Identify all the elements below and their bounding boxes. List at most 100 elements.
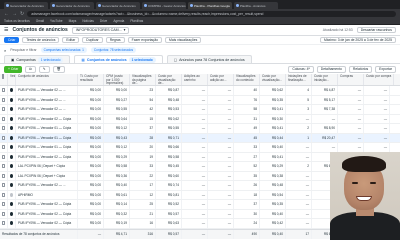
adset-name-link[interactable]: PUB IFY096 — Vercador 01 — Cópia: [18, 136, 71, 140]
column-header[interactable]: CPM (custo por 1.000 impressões): [104, 74, 130, 85]
adset-name-link[interactable]: PUB IFY096 — Vercador 02 — Cópia: [18, 117, 71, 121]
adset-name-link[interactable]: APHIRMO: [18, 193, 33, 197]
table-row[interactable]: PUB IFY096 — Vercador 02 — ... R$ 0,00 R$ …: [0, 105, 400, 115]
url-input[interactable]: adsmanager.facebook.com/adsmanager/manag…: [27, 10, 396, 17]
discard-drafts-button[interactable]: Descartar rascunhos: [356, 27, 396, 33]
delivery-toggle[interactable]: [10, 192, 13, 197]
selected-badge[interactable]: 1 selecionado: [37, 56, 64, 63]
tab-adsets[interactable]: ▦ Conjuntos de anúncios 1 selecionado: [74, 55, 163, 63]
row-checkbox[interactable]: [2, 126, 5, 131]
table-option-button[interactable]: Relatórios: [348, 65, 373, 73]
delete-icon[interactable]: 🗑: [52, 65, 65, 73]
delivery-toggle[interactable]: [10, 183, 13, 188]
account-selector[interactable]: INFOPRODUTORES CAM... ▾: [71, 26, 130, 34]
toolbar-button[interactable]: Mais visualizações: [165, 37, 202, 43]
toolbar-button[interactable]: Regras: [105, 37, 125, 43]
toolbar-button[interactable]: Duplicar: [82, 37, 103, 43]
edit-icon[interactable]: ✎: [38, 65, 50, 73]
bookmark-link[interactable]: Agenda: [113, 19, 124, 23]
adset-name-link[interactable]: PUB IFY096 — Vercador 01 — Cópia: [18, 145, 71, 149]
menu-icon[interactable]: ☰: [4, 27, 8, 33]
toolbar-button[interactable]: Fazer exportação: [127, 37, 163, 43]
select-all-checkbox[interactable]: [2, 74, 4, 79]
adset-name-link[interactable]: LAL PCXPIN 06 | Depart + Cópia: [18, 174, 65, 178]
delivery-toggle[interactable]: [10, 88, 13, 93]
bookmark-link[interactable]: YouTube: [50, 19, 63, 23]
bookmark-link[interactable]: Drive: [100, 19, 107, 23]
row-checkbox[interactable]: [2, 192, 5, 197]
column-header[interactable]: Visualizações do conteúdo: [234, 74, 260, 85]
table-row[interactable]: PUB IFY096 — Vercador 02 — Cópia R$ 0,00 R…: [0, 114, 400, 124]
browser-tab[interactable]: Planilha - Anúncios: [234, 2, 278, 9]
date-range-picker[interactable]: Máximo: 3 de jan de 2025 a 3 de fev de 2…: [319, 37, 396, 43]
delivery-toggle[interactable]: [10, 211, 13, 216]
adset-name-link[interactable]: PUB IFY096 — Vercador 01 — Cópia: [18, 126, 71, 130]
browser-tab[interactable]: Planilha - Planilhas Google: [188, 2, 232, 9]
bookmark-link[interactable]: Todos os favoritos: [4, 19, 30, 23]
column-header[interactable]: Custo por iniciação...: [312, 74, 338, 85]
delivery-toggle[interactable]: [10, 135, 13, 140]
toolbar-button[interactable]: Editar: [62, 37, 80, 43]
reload-icon[interactable]: ↻: [20, 11, 24, 17]
column-header[interactable]: Compras: [338, 74, 364, 85]
row-checkbox[interactable]: [2, 183, 5, 188]
row-checkbox[interactable]: [2, 173, 5, 178]
toolbar-button[interactable]: Testes de anúncios: [22, 37, 60, 43]
adset-name-link[interactable]: PUB IFY096 — Vercador 02 — Cópia: [18, 221, 71, 225]
duplicate-icon[interactable]: ⧉: [25, 65, 36, 73]
row-checkbox[interactable]: [2, 107, 5, 112]
table-option-button[interactable]: Colunas: 4ª: [288, 65, 314, 73]
column-header[interactable]: Custo por adição ao...: [208, 74, 234, 85]
adset-name-link[interactable]: PUB IFY096 — Vercador 02 — ...: [18, 98, 65, 102]
row-checkbox[interactable]: [2, 221, 5, 226]
delivery-toggle[interactable]: [10, 202, 13, 207]
browser-tab[interactable]: Gerenciador de Anúncios: [50, 2, 94, 9]
adset-name-link[interactable]: PUB IFY096 — Vercador 02 — Cópia: [18, 212, 71, 216]
search-filter-input[interactable]: Pesquisar e filtrar: [10, 48, 36, 52]
column-header[interactable]: Custo por visualização de...: [156, 74, 182, 85]
table-row[interactable]: PUB IFY096 — Vercador 01 — Cópia R$ 0,00 R…: [0, 133, 400, 143]
filter-chip[interactable]: Campanhas selecionadas: 1: [40, 47, 87, 53]
bookmark-link[interactable]: Planilhas: [130, 19, 143, 23]
row-checkbox[interactable]: [2, 154, 5, 159]
row-checkbox[interactable]: [2, 211, 5, 216]
delivery-toggle[interactable]: [10, 97, 13, 102]
browser-tab[interactable]: COMPRA - Gestor Anúncios: [142, 2, 186, 9]
table-row[interactable]: PUB IFY096 — Vercador 02 — ... R$ 0,00 R$ …: [0, 95, 400, 105]
tab-campaigns[interactable]: ▣ Campanhas 1 selecionado: [4, 55, 71, 63]
adset-name-link[interactable]: PUB IFY096 — Vercador 02 — Cópia: [18, 202, 71, 206]
back-icon[interactable]: ←: [4, 11, 9, 17]
column-header[interactable]: Custo por compra: [364, 74, 395, 85]
table-row[interactable]: PUB IFY096 — Vercador 02 — ... R$ 0,00 R$ …: [0, 86, 400, 96]
delivery-toggle[interactable]: [10, 116, 13, 121]
table-row[interactable]: PUB IFY096 — Vercador 01 — Cópia R$ 0,00 R…: [0, 124, 400, 134]
column-header[interactable]: Veiculação: [8, 74, 16, 85]
row-checkbox[interactable]: [2, 164, 5, 169]
column-header[interactable]: Ti. Custo por resultado: [78, 74, 104, 85]
delivery-toggle[interactable]: [10, 154, 13, 159]
column-header[interactable]: Conjunto de anúncios: [16, 74, 78, 85]
row-checkbox[interactable]: [2, 145, 5, 150]
column-header[interactable]: Adições ao carrinho: [182, 74, 208, 85]
tab-ads[interactable]: ▢ Anúncios para 78 Conjuntos de anúncios: [166, 55, 252, 63]
delivery-toggle[interactable]: [10, 107, 13, 112]
forward-icon[interactable]: →: [12, 11, 17, 17]
filter-chip[interactable]: Conjuntos: 78 selecionados: [90, 47, 137, 53]
column-header[interactable]: Visualizações da página de...: [130, 74, 156, 85]
adset-name-link[interactable]: PUB IFY096 — Vercador 02 — Cópia: [18, 155, 71, 159]
delivery-toggle[interactable]: [10, 145, 13, 150]
row-checkbox[interactable]: [2, 116, 5, 121]
toolbar-button[interactable]: Criar: [4, 37, 20, 43]
table-option-button[interactable]: Exportar: [375, 65, 396, 73]
adset-name-link[interactable]: PUB IFY096 — Vercador 02 — ...: [18, 88, 65, 92]
row-checkbox[interactable]: [2, 202, 5, 207]
browser-tab[interactable]: Gerenciador de Anúncios: [96, 2, 140, 9]
delivery-toggle[interactable]: [10, 126, 13, 131]
table-option-button[interactable]: Detalhamento: [316, 65, 346, 73]
selected-badge[interactable]: 1 selecionado: [128, 56, 156, 63]
adset-name-link[interactable]: PUB IFY096 — Vercador 02 — ...: [18, 183, 65, 187]
bookmark-link[interactable]: Gmail: [36, 19, 44, 23]
row-checkbox[interactable]: [2, 97, 5, 102]
create-button[interactable]: + Criar: [4, 65, 23, 73]
delivery-toggle[interactable]: [10, 173, 13, 178]
